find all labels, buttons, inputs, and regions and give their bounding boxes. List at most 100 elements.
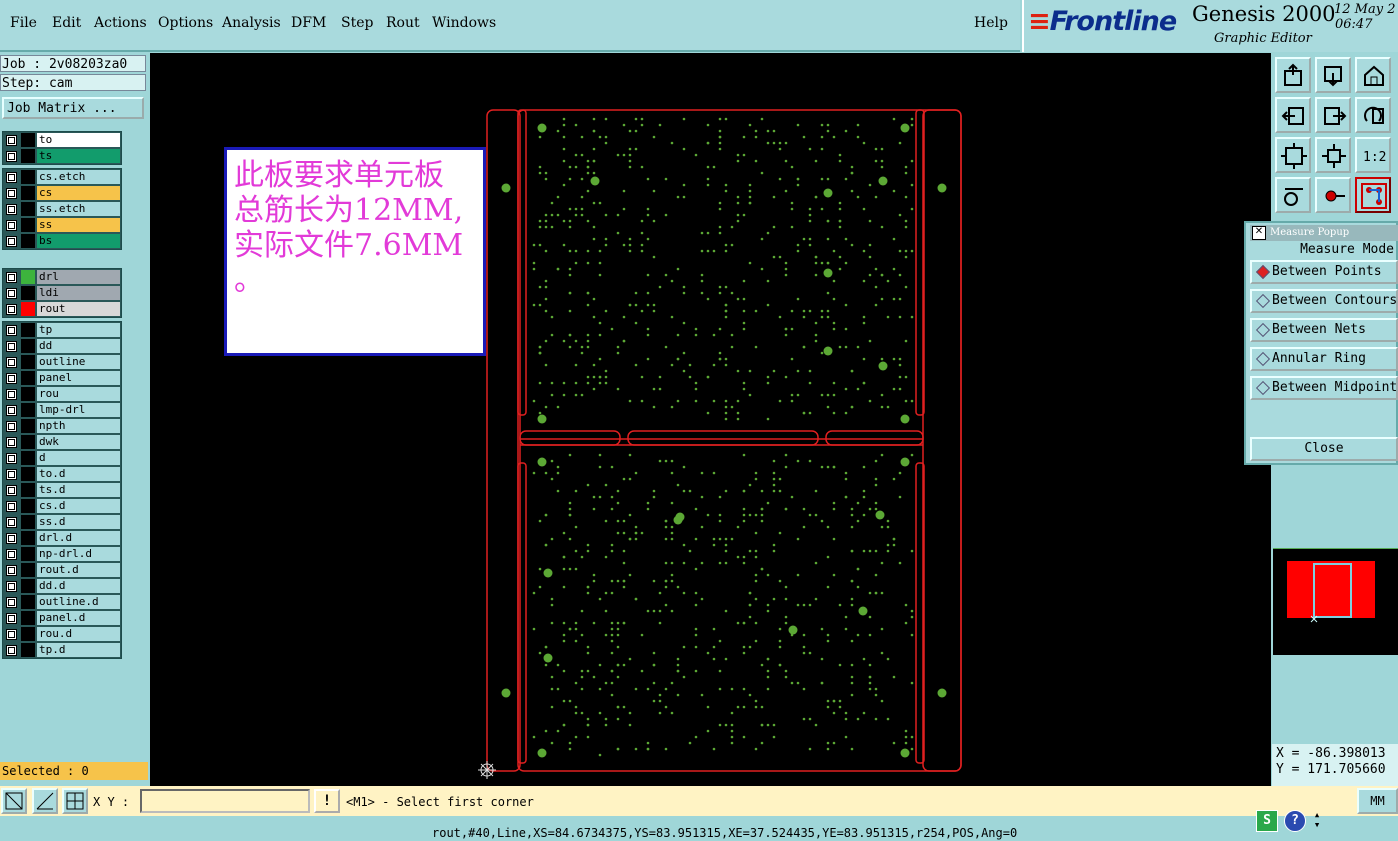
layer-color-swatch[interactable] xyxy=(21,149,35,163)
layer-row[interactable]: cs xyxy=(3,185,121,201)
fit-icon[interactable] xyxy=(1275,137,1311,173)
layer-color-swatch[interactable] xyxy=(21,627,35,641)
layer-name[interactable]: to xyxy=(37,133,120,147)
layer-name[interactable]: rou xyxy=(37,387,120,401)
layer-name[interactable]: tp xyxy=(37,323,120,337)
layer-color-swatch[interactable] xyxy=(21,515,35,529)
layer-name[interactable]: panel xyxy=(37,371,120,385)
menu-edit[interactable]: Edit xyxy=(52,15,81,31)
layer-name[interactable]: tp.d xyxy=(37,643,120,657)
layer-name[interactable]: rout xyxy=(37,302,120,316)
layer-name[interactable]: ts.d xyxy=(37,483,120,497)
help-icon[interactable]: ? xyxy=(1284,810,1306,832)
layer-row[interactable]: npth xyxy=(3,418,121,434)
layer-color-swatch[interactable] xyxy=(21,611,35,625)
layer-row[interactable]: d xyxy=(3,450,121,466)
layer-color-swatch[interactable] xyxy=(21,323,35,337)
layer-name[interactable]: ss.etch xyxy=(37,202,120,216)
layer-row[interactable]: bs xyxy=(3,233,121,249)
zoom-fit-icon[interactable] xyxy=(1315,137,1351,173)
layer-row[interactable]: lmp-drl xyxy=(3,402,121,418)
layer-row[interactable]: cs.d xyxy=(3,498,121,514)
layer-color-swatch[interactable] xyxy=(21,435,35,449)
layer-checkbox[interactable] xyxy=(6,485,17,496)
rotate-icon[interactable] xyxy=(1355,97,1391,133)
layer-checkbox[interactable] xyxy=(6,357,17,368)
layer-row[interactable]: panel xyxy=(3,370,121,386)
layer-name[interactable]: ss.d xyxy=(37,515,120,529)
close-button[interactable]: Close xyxy=(1250,437,1398,461)
layer-name[interactable]: ts xyxy=(37,149,120,163)
layer-color-swatch[interactable] xyxy=(21,499,35,513)
layer-name[interactable]: outline xyxy=(37,355,120,369)
layer-row[interactable]: tp.d xyxy=(3,642,121,658)
layer-name[interactable]: bs xyxy=(37,234,120,248)
measure-option[interactable]: Between Nets xyxy=(1250,318,1398,342)
app-tray-icon[interactable]: S xyxy=(1256,810,1278,832)
layer-color-swatch[interactable] xyxy=(21,234,35,248)
layer-row[interactable]: rout.d xyxy=(3,562,121,578)
units-button[interactable]: MM xyxy=(1357,788,1398,814)
scale-1-2-icon[interactable]: 1:2 xyxy=(1355,137,1391,173)
home-icon[interactable] xyxy=(1355,57,1391,93)
layer-color-swatch[interactable] xyxy=(21,547,35,561)
layer-color-swatch[interactable] xyxy=(21,302,35,316)
job-matrix-button[interactable]: Job Matrix ... xyxy=(2,97,144,119)
menu-actions[interactable]: Actions xyxy=(94,15,147,31)
layer-color-swatch[interactable] xyxy=(21,170,35,184)
layer-row[interactable]: rou xyxy=(3,386,121,402)
layer-checkbox[interactable] xyxy=(6,236,17,247)
grid-snap-icon[interactable] xyxy=(62,788,88,814)
layer-checkbox[interactable] xyxy=(6,172,17,183)
menu-help[interactable]: Help xyxy=(974,15,1008,31)
layer-checkbox[interactable] xyxy=(6,581,17,592)
layer-name[interactable]: ss xyxy=(37,218,120,232)
layer-checkbox[interactable] xyxy=(6,437,17,448)
layer-row[interactable]: panel.d xyxy=(3,610,121,626)
layer-checkbox[interactable] xyxy=(6,549,17,560)
measure-popup-titlebar[interactable]: ✕ Measure Popup xyxy=(1250,225,1398,241)
layer-row[interactable]: outline.d xyxy=(3,594,121,610)
layer-checkbox[interactable] xyxy=(6,151,17,162)
layer-checkbox[interactable] xyxy=(6,288,17,299)
layer-color-swatch[interactable] xyxy=(21,202,35,216)
net-highlight-icon[interactable] xyxy=(1355,177,1391,213)
layer-name[interactable]: panel.d xyxy=(37,611,120,625)
layer-checkbox[interactable] xyxy=(6,389,17,400)
layer-color-swatch[interactable] xyxy=(21,643,35,657)
layer-color-swatch[interactable] xyxy=(21,403,35,417)
layer-row[interactable]: ts.d xyxy=(3,482,121,498)
angle-mode-icon[interactable] xyxy=(32,788,58,814)
layer-color-swatch[interactable] xyxy=(21,286,35,300)
layer-name[interactable]: rou.d xyxy=(37,627,120,641)
menu-dfm[interactable]: DFM xyxy=(291,15,326,31)
layer-checkbox[interactable] xyxy=(6,220,17,231)
menu-step[interactable]: Step xyxy=(341,15,373,31)
move-right-icon[interactable] xyxy=(1315,97,1351,133)
layer-row[interactable]: ts xyxy=(3,148,121,164)
measure-option[interactable]: Between Points xyxy=(1250,260,1398,284)
layer-row[interactable]: rou.d xyxy=(3,626,121,642)
layer-color-swatch[interactable] xyxy=(21,563,35,577)
overview-map[interactable] xyxy=(1273,548,1398,655)
xy-input[interactable] xyxy=(140,789,310,813)
menu-analysis[interactable]: Analysis xyxy=(222,15,281,31)
layer-color-swatch[interactable] xyxy=(21,270,35,284)
layer-color-swatch[interactable] xyxy=(21,387,35,401)
layer-checkbox[interactable] xyxy=(6,188,17,199)
menu-file[interactable]: File xyxy=(10,15,37,31)
layer-name[interactable]: rout.d xyxy=(37,563,120,577)
layer-color-swatch[interactable] xyxy=(21,531,35,545)
layer-name[interactable]: d xyxy=(37,451,120,465)
close-window-icon[interactable]: ✕ xyxy=(1252,226,1266,240)
layer-color-swatch[interactable] xyxy=(21,451,35,465)
layer-checkbox[interactable] xyxy=(6,597,17,608)
layer-checkbox[interactable] xyxy=(6,645,17,656)
layer-checkbox[interactable] xyxy=(6,613,17,624)
measure-option[interactable]: Between Midpoints xyxy=(1250,376,1398,400)
layer-name[interactable]: drl xyxy=(37,270,120,284)
layer-row[interactable]: dwk xyxy=(3,434,121,450)
layer-checkbox[interactable] xyxy=(6,373,17,384)
measure-option[interactable]: Between Contours xyxy=(1250,289,1398,313)
layer-color-swatch[interactable] xyxy=(21,483,35,497)
